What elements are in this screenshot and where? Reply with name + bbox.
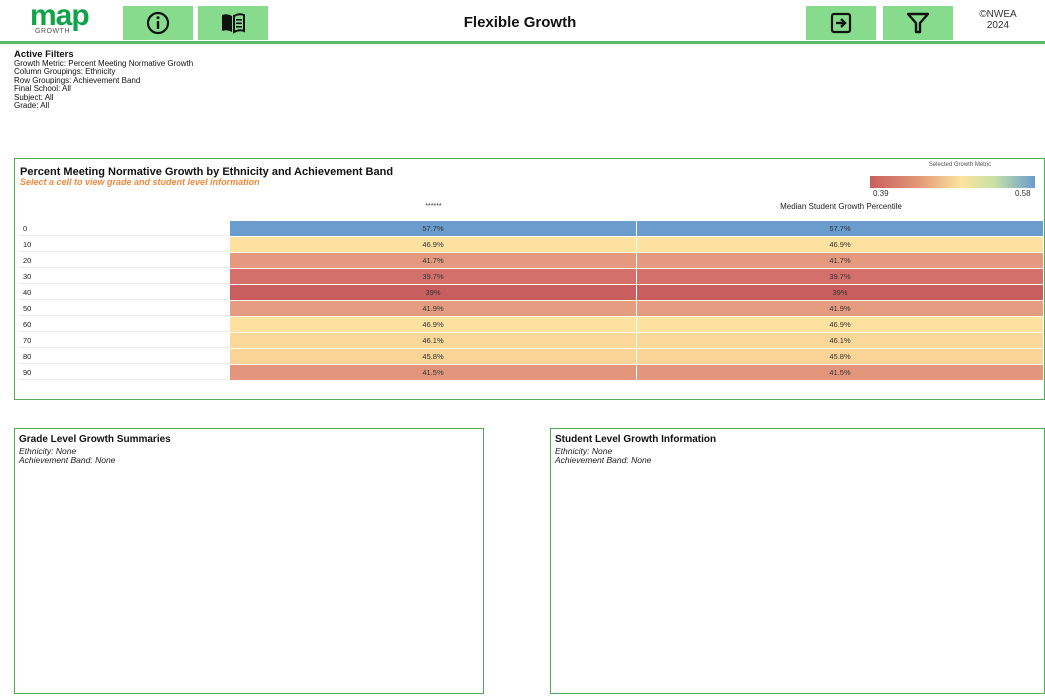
book-icon	[220, 12, 246, 34]
heatmap-cell[interactable]: 41.9%	[636, 301, 1043, 316]
filter-button[interactable]	[883, 6, 953, 40]
table-row: 10 46.9% 46.9%	[18, 237, 1044, 253]
copyright-line1: ©NWEA	[979, 9, 1017, 20]
export-icon	[829, 12, 853, 34]
growth-heatmap-panel: Percent Meeting Normative Growth by Ethn…	[14, 158, 1045, 400]
heatmap-cell[interactable]: 41.5%	[636, 365, 1043, 380]
heatmap-cell[interactable]: 45.8%	[229, 349, 636, 364]
page-title: Flexible Growth	[463, 14, 577, 31]
active-filters: Active Filters Growth Metric: Percent Me…	[14, 50, 193, 110]
heatmap-cell[interactable]: 41.7%	[636, 253, 1043, 268]
table-row: 70 46.1% 46.1%	[18, 333, 1044, 349]
heatmap-cell[interactable]: 46.1%	[636, 333, 1043, 348]
table-row: 60 46.9% 46.9%	[18, 317, 1044, 333]
student-panel-title: Student Level Growth Information	[555, 434, 717, 445]
guide-button[interactable]	[198, 6, 268, 40]
table-row: 80 45.8% 45.8%	[18, 349, 1044, 365]
row-label: 10	[18, 237, 229, 252]
heatmap-cell[interactable]: 46.9%	[229, 317, 636, 332]
filter-icon	[907, 12, 929, 34]
column-header: ******	[425, 203, 442, 210]
row-label: 40	[18, 285, 229, 300]
table-row: 30 39.7% 39.7%	[18, 269, 1044, 285]
row-label: 80	[18, 349, 229, 364]
column-header: Median Student Growth Percentile	[780, 202, 902, 211]
student-panel-band: Achievement Band: None	[555, 455, 652, 465]
row-label: 30	[18, 269, 229, 284]
heatmap-cell[interactable]: 41.9%	[229, 301, 636, 316]
student-level-panel: Student Level Growth Information Ethnici…	[550, 428, 1045, 694]
table-row: 90 41.5% 41.5%	[18, 365, 1044, 381]
logo-subtext: GROWTH	[35, 28, 70, 35]
info-icon	[146, 11, 170, 35]
heatmap-cell[interactable]: 39.7%	[229, 269, 636, 284]
row-label: 60	[18, 317, 229, 332]
table-row: 20 41.7% 41.7%	[18, 253, 1044, 269]
table-row: 0 57.7% 57.7%	[18, 221, 1044, 237]
heatmap-subtitle: Select a cell to view grade and student …	[20, 177, 260, 187]
table-row: 50 41.9% 41.9%	[18, 301, 1044, 317]
heatmap-cell[interactable]: 41.7%	[229, 253, 636, 268]
row-label: 20	[18, 253, 229, 268]
grade-panel-title: Grade Level Growth Summaries	[19, 434, 171, 445]
info-button[interactable]	[123, 6, 193, 40]
heatmap-cell[interactable]: 41.5%	[229, 365, 636, 380]
heatmap-cell[interactable]: 46.9%	[636, 317, 1043, 332]
legend-max: 0.58	[1015, 189, 1031, 198]
heatmap-cell[interactable]: 46.9%	[229, 237, 636, 252]
copyright-line2: 2024	[986, 20, 1010, 31]
top-bar: map GROWTH Flexible Growth ©NWEA 2024	[0, 0, 1045, 44]
heatmap-cell[interactable]: 57.7%	[229, 221, 636, 236]
filter-line: Grade: All	[14, 101, 50, 111]
heatmap-cell[interactable]: 45.8%	[636, 349, 1043, 364]
table-row: 40 39% 39%	[18, 285, 1044, 301]
heatmap-cell[interactable]: 39.7%	[636, 269, 1043, 284]
legend-color-scale	[870, 176, 1035, 188]
copyright: ©NWEA 2024	[968, 9, 1028, 31]
map-growth-logo: map GROWTH	[30, 0, 90, 39]
row-label: 90	[18, 365, 229, 380]
heatmap-table: 0 57.7% 57.7% 10 46.9% 46.9% 20 41.7% 41.7% 30 39.…	[18, 221, 1044, 381]
heatmap-cell[interactable]: 39%	[229, 285, 636, 300]
row-label: 0	[18, 221, 229, 236]
legend-title: Selected Growth Metric	[928, 162, 992, 168]
row-label: 70	[18, 333, 229, 348]
heatmap-cell[interactable]: 39%	[636, 285, 1043, 300]
legend-min: 0.39	[873, 189, 889, 198]
heatmap-cell[interactable]: 46.9%	[636, 237, 1043, 252]
grade-panel-band: Achievement Band: None	[19, 455, 116, 465]
export-button[interactable]	[806, 6, 876, 40]
grade-level-panel: Grade Level Growth Summaries Ethnicity: …	[14, 428, 484, 694]
heatmap-cell[interactable]: 46.1%	[229, 333, 636, 348]
row-label: 50	[18, 301, 229, 316]
heatmap-cell[interactable]: 57.7%	[636, 221, 1043, 236]
